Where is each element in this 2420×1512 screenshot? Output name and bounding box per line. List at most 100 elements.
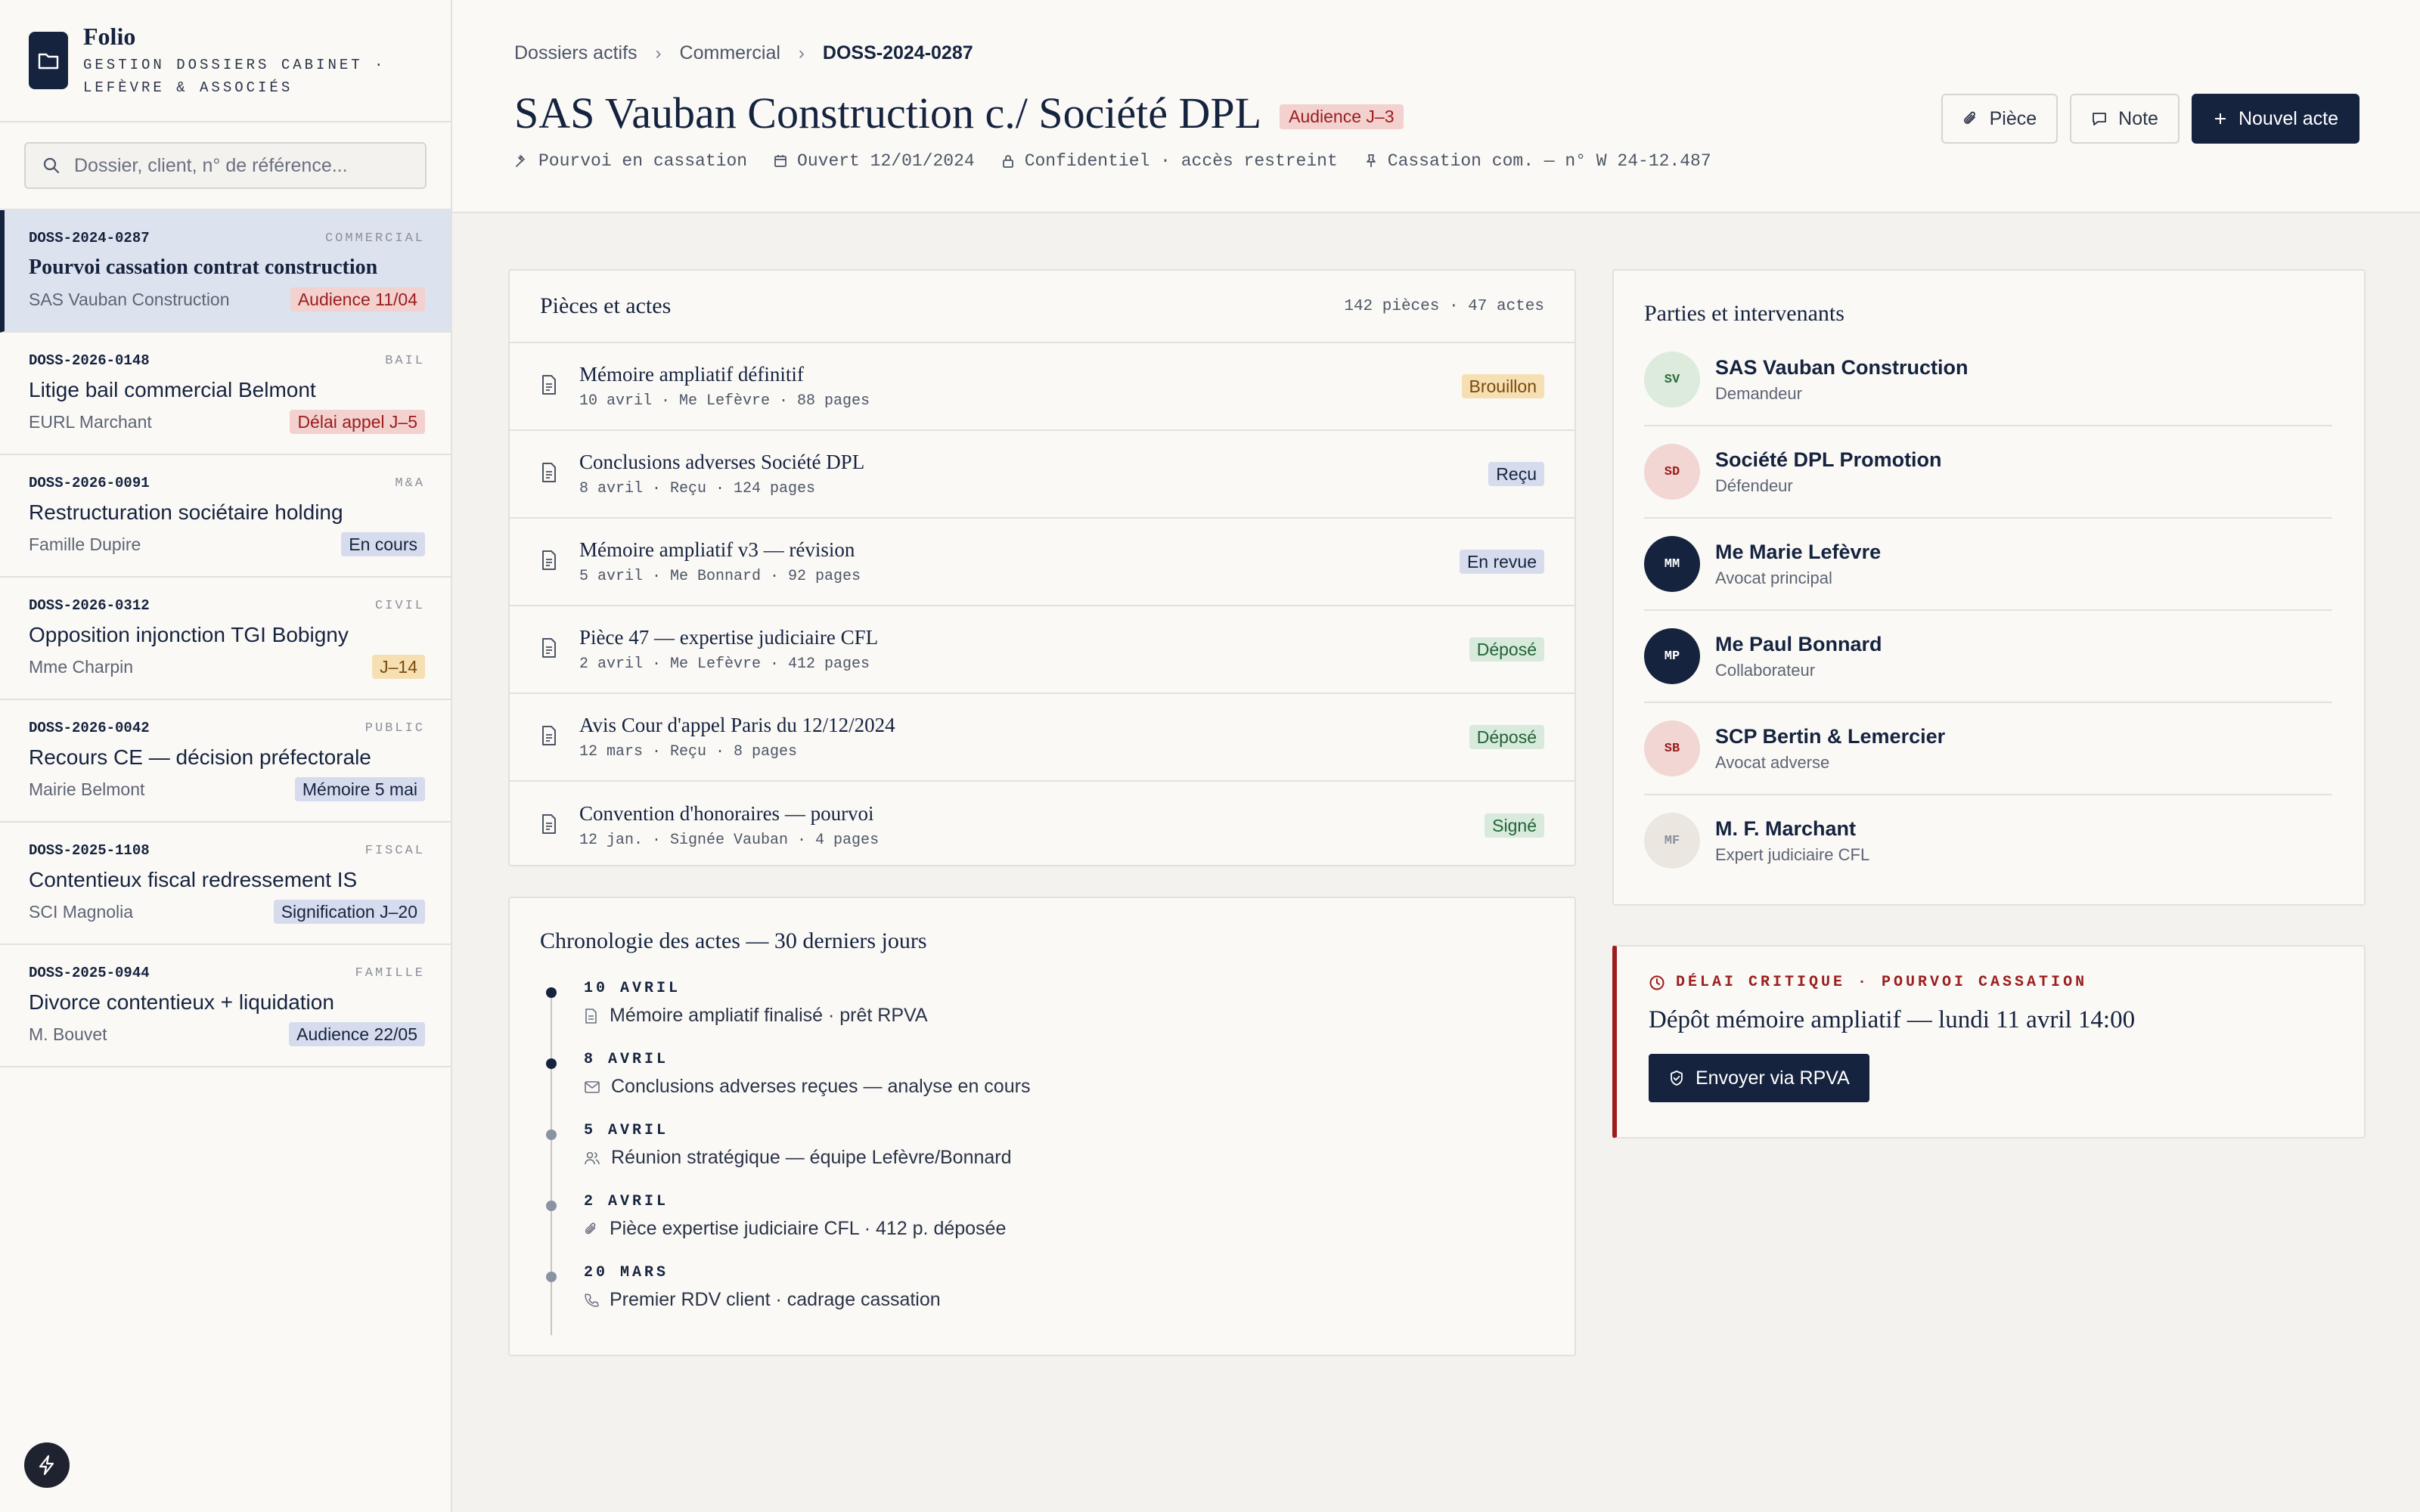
search-input[interactable] — [73, 153, 408, 178]
gavel-icon — [516, 155, 525, 167]
timeline-item[interactable]: 10 AVRIL Mémoire ampliatif finalisé · prê… — [546, 980, 1544, 1051]
case-category: BAIL — [385, 353, 425, 368]
bolt-button[interactable] — [24, 1442, 70, 1488]
timeline-text: Premier RDV client · cadrage cassation — [610, 1289, 941, 1310]
case-title: Divorce contentieux + liquidation — [29, 990, 334, 1014]
alert-title: Dépôt mémoire ampliatif — lundi 11 avril… — [1649, 1006, 2136, 1033]
party-info: Me Marie Lefèvre Avocat principal — [1715, 541, 1881, 588]
parties-list: SV SAS Vauban Construction Demandeur SD Soci… — [1644, 334, 2334, 886]
search-box[interactable] — [24, 142, 427, 189]
piece-row[interactable]: Convention d'honoraires — pourvoi 12 jan.… — [510, 782, 1575, 869]
meta-opened: Ouvert 12/01/2024 — [773, 151, 975, 171]
party-row[interactable]: SB SCP Bertin & Lemercier Avocat adverse — [1644, 703, 2332, 795]
calendar-icon — [774, 155, 786, 167]
party-role: Collaborateur — [1715, 660, 1816, 680]
piece-row[interactable]: Mémoire ampliatif v3 — révision 5 avril ·… — [510, 519, 1575, 606]
new-act-button[interactable]: Nouvel acte — [2191, 94, 2360, 144]
document-icon — [540, 725, 558, 750]
mail-icon — [584, 1080, 611, 1095]
piece-meta: 2 avril · Me Lefèvre · 412 pages — [579, 655, 870, 673]
chronology-panel: Chronologie des actes — 30 derniers jour… — [508, 897, 1576, 1356]
pieces-count: 142 pièces · 47 actes — [1344, 297, 1544, 315]
party-row[interactable]: MM Me Marie Lefèvre Avocat principal — [1644, 519, 2332, 611]
party-name: Me Paul Bonnard — [1715, 632, 1882, 655]
case-item[interactable]: DOSS-2026-0091 M&A Restructuration sociéta… — [0, 455, 451, 578]
case-title: Pourvoi cassation contrat construction — [29, 256, 378, 279]
case-category: M&A — [395, 476, 425, 491]
piece-row[interactable]: Avis Cour d'appel Paris du 12/12/2024 12 … — [510, 694, 1575, 782]
piece-status-badge: Signé — [1485, 813, 1544, 838]
breadcrumb: Dossiers actifs › Commercial › DOSS-2024… — [514, 42, 973, 64]
breadcrumb-current: DOSS-2024-0287 — [822, 42, 973, 64]
party-row[interactable]: MP Me Paul Bonnard Collaborateur — [1644, 611, 2332, 703]
party-name: M. F. Marchant — [1715, 816, 1857, 840]
party-info: M. F. Marchant Expert judiciaire CFL — [1715, 817, 1869, 865]
piece-status-badge: Reçu — [1488, 462, 1544, 486]
piece-row[interactable]: Mémoire ampliatif définitif 10 avril · Me… — [510, 343, 1575, 431]
case-client: Mairie Belmont — [29, 779, 145, 799]
pin-icon — [1366, 154, 1376, 167]
timeline-text: Conclusions adverses reçues — analyse en… — [611, 1076, 1031, 1097]
case-title: Recours CE — décision préfectorale — [29, 745, 371, 769]
add-note-button[interactable]: Note — [2070, 94, 2180, 144]
piece-title: Mémoire ampliatif v3 — révision — [579, 538, 855, 561]
document-icon — [540, 813, 558, 838]
piece-title: Avis Cour d'appel Paris du 12/12/2024 — [579, 714, 895, 736]
piece-row[interactable]: Conclusions adverses Société DPL 8 avril … — [510, 431, 1575, 519]
title-row: SAS Vauban Construction c./ Société DPL … — [514, 88, 1404, 138]
chevron-right-icon: › — [655, 42, 662, 64]
timeline-items: 10 AVRIL Mémoire ampliatif finalisé · prê… — [546, 980, 1544, 1335]
search-container — [0, 122, 451, 210]
party-row[interactable]: SD Société DPL Promotion Défendeur — [1644, 426, 2332, 519]
party-name: SAS Vauban Construction — [1715, 355, 1969, 379]
avatar: SD — [1644, 444, 1700, 500]
timeline-item[interactable]: 8 AVRIL Conclusions adverses reçues — ana… — [546, 1051, 1544, 1122]
document-icon — [540, 637, 558, 662]
timeline-item[interactable]: 2 AVRIL Pièce expertise judiciaire CFL · … — [546, 1193, 1544, 1264]
party-row[interactable]: MF M. F. Marchant Expert judiciaire CFL — [1644, 795, 2332, 886]
timeline-entry: Pièce expertise judiciaire CFL · 412 p. … — [584, 1218, 1544, 1240]
breadcrumb-section[interactable]: Commercial — [680, 42, 780, 64]
timeline-entry: Conclusions adverses reçues — analyse en… — [584, 1076, 1544, 1098]
case-item[interactable]: DOSS-2026-0042 PUBLIC Recours CE — décisio… — [0, 700, 451, 823]
meta-opened-text: Ouvert 12/01/2024 — [797, 151, 975, 171]
case-item[interactable]: DOSS-2025-1108 FISCAL Contentieux fiscal r… — [0, 823, 451, 945]
new-act-label: Nouvel acte — [2238, 107, 2338, 129]
case-client: EURL Marchant — [29, 411, 152, 432]
pieces-panel: Pièces et actes 142 pièces · 47 actes Mé… — [508, 269, 1576, 866]
piece-row[interactable]: Pièce 47 — expertise judiciaire CFL 2 avr… — [510, 606, 1575, 694]
case-item[interactable]: DOSS-2025-0944 FAMILLE Divorce contentieux… — [0, 945, 451, 1067]
timeline-dot — [546, 1058, 557, 1069]
timeline-item[interactable]: 5 AVRIL Réunion stratégique — équipe Lefè… — [546, 1122, 1544, 1193]
timeline-text: Mémoire ampliatif finalisé · prêt RPVA — [610, 1005, 928, 1026]
party-row[interactable]: SV SAS Vauban Construction Demandeur — [1644, 334, 2332, 426]
send-rpva-button[interactable]: Envoyer via RPVA — [1649, 1054, 1869, 1102]
piece-meta: 12 jan. · Signée Vauban · 4 pages — [579, 832, 880, 849]
timeline-text: Pièce expertise judiciaire CFL · 412 p. … — [610, 1218, 1007, 1239]
search-icon — [43, 157, 60, 174]
piece-body: Convention d'honoraires — pourvoi 12 jan.… — [579, 802, 1485, 849]
timeline-dot — [546, 987, 557, 998]
case-status-badge: Audience 11/04 — [290, 287, 425, 311]
party-name: SCP Bertin & Lemercier — [1715, 724, 1946, 748]
app-name: Folio — [83, 22, 136, 50]
document-icon — [540, 462, 558, 487]
party-info: SCP Bertin & Lemercier Avocat adverse — [1715, 725, 1945, 773]
avatar: SV — [1644, 352, 1700, 407]
meta-type: Pourvoi en cassation — [514, 151, 747, 171]
party-info: Me Paul Bonnard Collaborateur — [1715, 633, 1882, 680]
piece-title: Mémoire ampliatif définitif — [579, 363, 804, 386]
timeline-item[interactable]: 20 MARS Premier RDV client · cadrage cass… — [546, 1264, 1544, 1335]
case-item[interactable]: DOSS-2026-0148 BAIL Litige bail commercial… — [0, 333, 451, 455]
pieces-header: Pièces et actes 142 pièces · 47 actes — [510, 271, 1575, 343]
timeline-date: 20 MARS — [584, 1264, 669, 1281]
case-ref: DOSS-2026-0312 — [29, 597, 150, 614]
add-piece-button[interactable]: Pièce — [1941, 94, 2059, 144]
breadcrumb-root[interactable]: Dossiers actifs — [514, 42, 638, 64]
add-piece-label: Pièce — [1989, 107, 2037, 129]
case-item[interactable]: DOSS-2024-0287 COMMERCIAL Pourvoi cassatio… — [0, 210, 451, 333]
users-icon — [584, 1151, 611, 1166]
add-note-label: Note — [2118, 107, 2158, 129]
piece-status-badge: Brouillon — [1461, 374, 1544, 398]
case-item[interactable]: DOSS-2026-0312 CIVIL Opposition injonction… — [0, 578, 451, 700]
